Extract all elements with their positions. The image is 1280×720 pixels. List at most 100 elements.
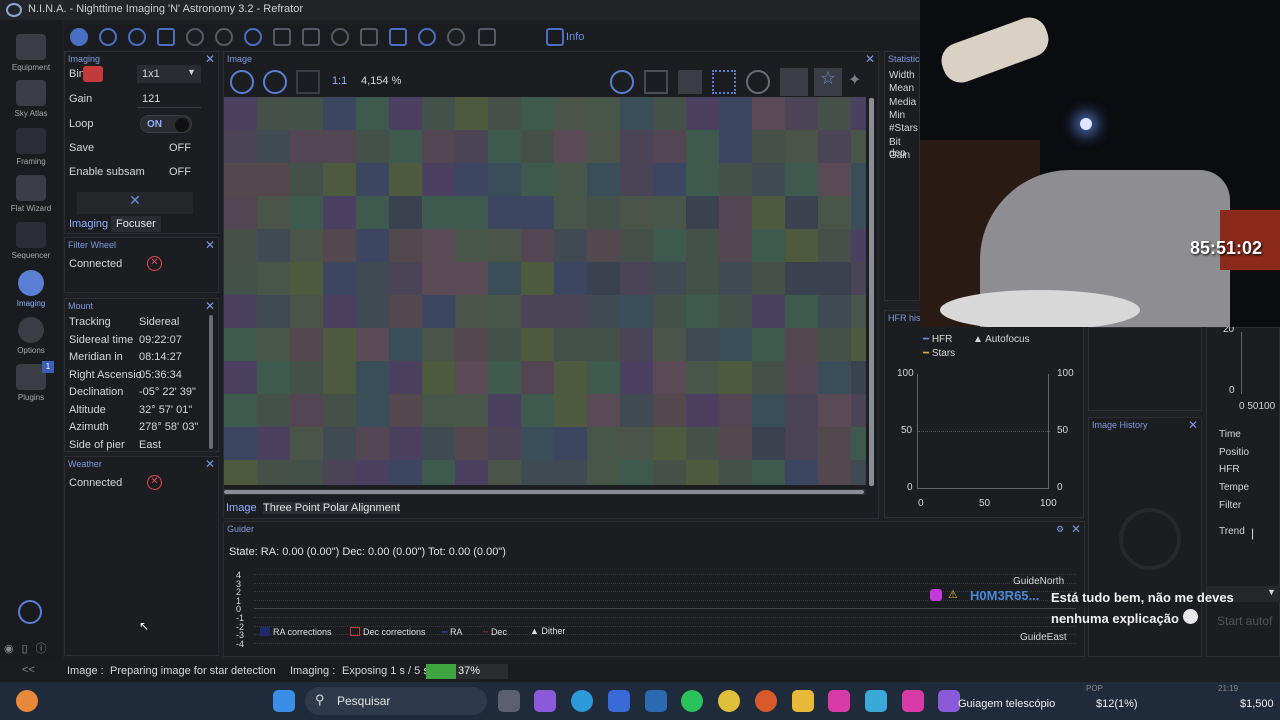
bin-select[interactable]: 1x1 ▼ [137,65,201,83]
image-pixel [686,394,719,427]
tab-imaging[interactable]: Imaging [65,216,112,232]
info-label[interactable]: Info [566,31,584,43]
zoom-in-icon[interactable] [230,70,254,94]
flip-icon[interactable] [644,70,668,94]
captured-image[interactable] [224,97,866,485]
close-icon[interactable]: ✕ [205,52,215,66]
grid-icon[interactable] [678,70,702,94]
sidebar-item-options[interactable]: Options [0,317,62,355]
cancel-icon[interactable]: ✕ [77,192,193,214]
bulb-icon[interactable] [447,28,465,46]
opera-icon[interactable] [755,690,777,712]
star-detect-icon[interactable] [712,70,736,94]
chrome-icon[interactable] [718,690,740,712]
tab-focuser[interactable]: Focuser [111,216,161,232]
app-pink2-icon[interactable] [902,690,924,712]
camera-icon[interactable] [70,28,88,46]
sidebar-item-imaging[interactable]: Imaging [0,270,62,308]
close-icon[interactable]: ✕ [205,238,215,252]
tab-image[interactable]: Image [226,502,257,514]
image-pixel [620,130,653,163]
close-icon[interactable]: ✕ [865,52,875,66]
plate-solve-icon[interactable]: ✦ [848,70,872,94]
zoom-one-to-one[interactable]: 1:1 [332,75,347,87]
image-pixel [257,229,290,262]
store-icon[interactable] [608,690,630,712]
dome-icon[interactable] [331,28,349,46]
mount-row-value: East [139,438,162,451]
power-icon[interactable] [18,600,42,624]
taskbar-search[interactable]: ⚲ Pesquisar [305,687,487,715]
copilot-icon[interactable] [534,690,556,712]
mount-scrollbar[interactable] [209,315,213,449]
guider-y-tick: -4 [236,638,245,649]
image-pixel [356,196,389,229]
whatsapp-icon[interactable] [681,690,703,712]
rotate-icon[interactable] [610,70,634,94]
windows-start-icon[interactable] [273,690,295,712]
sidebar-item-sequencer[interactable]: Sequencer [0,222,62,260]
app-icon[interactable] [645,690,667,712]
gain-input[interactable]: 121 [137,90,201,108]
image-pixel [224,394,257,427]
mount-row-value: 08:14:27 [139,351,182,363]
vertical-scrollbar[interactable] [869,98,874,486]
edge-icon[interactable] [571,690,593,712]
image-pixel [455,460,488,485]
save-toggle[interactable]: OFF [169,142,191,154]
sidebar-item-flat-wizard[interactable]: Flat Wizard [0,175,62,213]
fit-icon[interactable] [296,70,320,94]
shield-icon[interactable] [478,28,496,46]
image-pixel [389,130,422,163]
zoom-out-icon[interactable] [263,70,287,94]
image-pixel [488,97,521,130]
sidebar-item-plugins[interactable]: Plugins 1 [0,361,62,402]
filter-wheel-icon[interactable] [99,28,117,46]
wave-icon[interactable] [418,28,436,46]
collapse-button[interactable]: << [22,664,35,676]
rotator-icon[interactable] [186,28,204,46]
sidebar-item-sky-atlas[interactable]: Sky Atlas [0,80,62,118]
subsample-toggle[interactable]: OFF [169,166,191,178]
loop-toggle[interactable]: ON [140,115,192,133]
imaging-panel: Imaging ✕ Bin 1x1 ▼ Gain 121 Loop ON Sav… [64,51,219,234]
image-pixel [653,361,686,394]
crosshair-icon[interactable] [746,70,770,94]
sidebar-item-equipment[interactable]: Equipment [0,34,62,72]
app-blue-icon[interactable] [865,690,887,712]
image-pixel [323,460,356,485]
tab-polar-alignment[interactable]: Three Point Polar Alignment [263,502,400,514]
image-pixel [323,97,356,130]
weather-widget-icon[interactable] [16,690,38,712]
observatory-icon[interactable] [360,28,378,46]
zoom-value: 4,154 % [361,75,402,87]
sequence-list-icon[interactable] [273,28,291,46]
close-icon[interactable]: ✕ [1188,418,1198,432]
star-icon[interactable]: ☆ [814,68,842,96]
framing-tool-icon[interactable] [157,28,175,46]
bar-chart-icon[interactable] [389,28,407,46]
image-pixel [521,163,554,196]
folder-icon[interactable] [792,690,814,712]
task-view-icon[interactable] [498,690,520,712]
image-pixel [488,163,521,196]
nina-taskbar-icon[interactable] [938,690,960,712]
app-pink-icon[interactable] [828,690,850,712]
info-icon[interactable] [546,28,564,46]
horizontal-scrollbar[interactable] [224,489,866,495]
sidebar-item-framing[interactable]: Framing [0,128,62,166]
guider-icon[interactable] [244,28,262,46]
sliders-icon[interactable] [302,28,320,46]
close-icon[interactable]: ✕ [205,457,215,471]
main-toolbar: Info [64,24,920,50]
image-pixel [785,163,818,196]
guider-settings-icon[interactable]: ⚙ [1056,524,1064,535]
focuser-icon[interactable] [128,28,146,46]
annotate-icon[interactable] [780,68,808,96]
telescope-mount-icon[interactable] [215,28,233,46]
image-pixel [620,295,653,328]
close-icon[interactable]: ✕ [205,299,215,313]
image-pixel [488,196,521,229]
image-pixel [818,361,851,394]
close-icon[interactable]: ✕ [1071,522,1081,536]
